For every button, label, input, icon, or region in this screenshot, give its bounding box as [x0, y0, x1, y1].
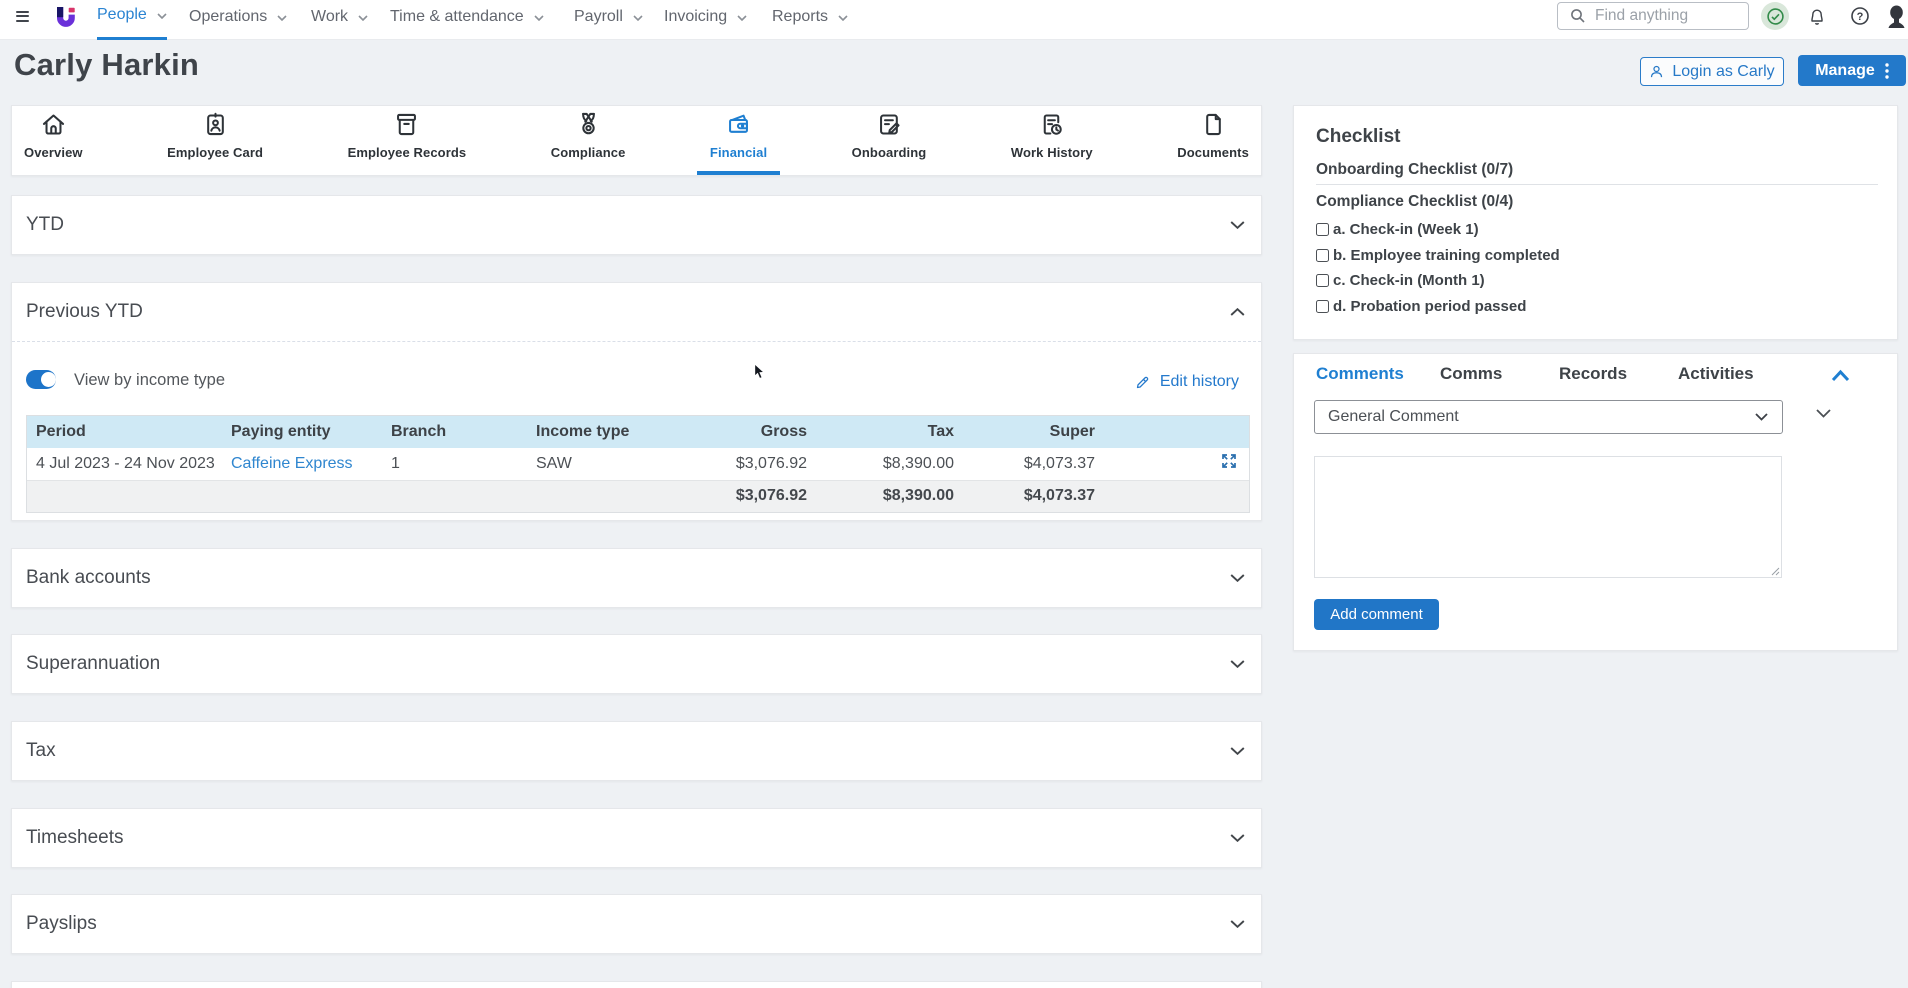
- svg-text:?: ?: [1857, 11, 1864, 23]
